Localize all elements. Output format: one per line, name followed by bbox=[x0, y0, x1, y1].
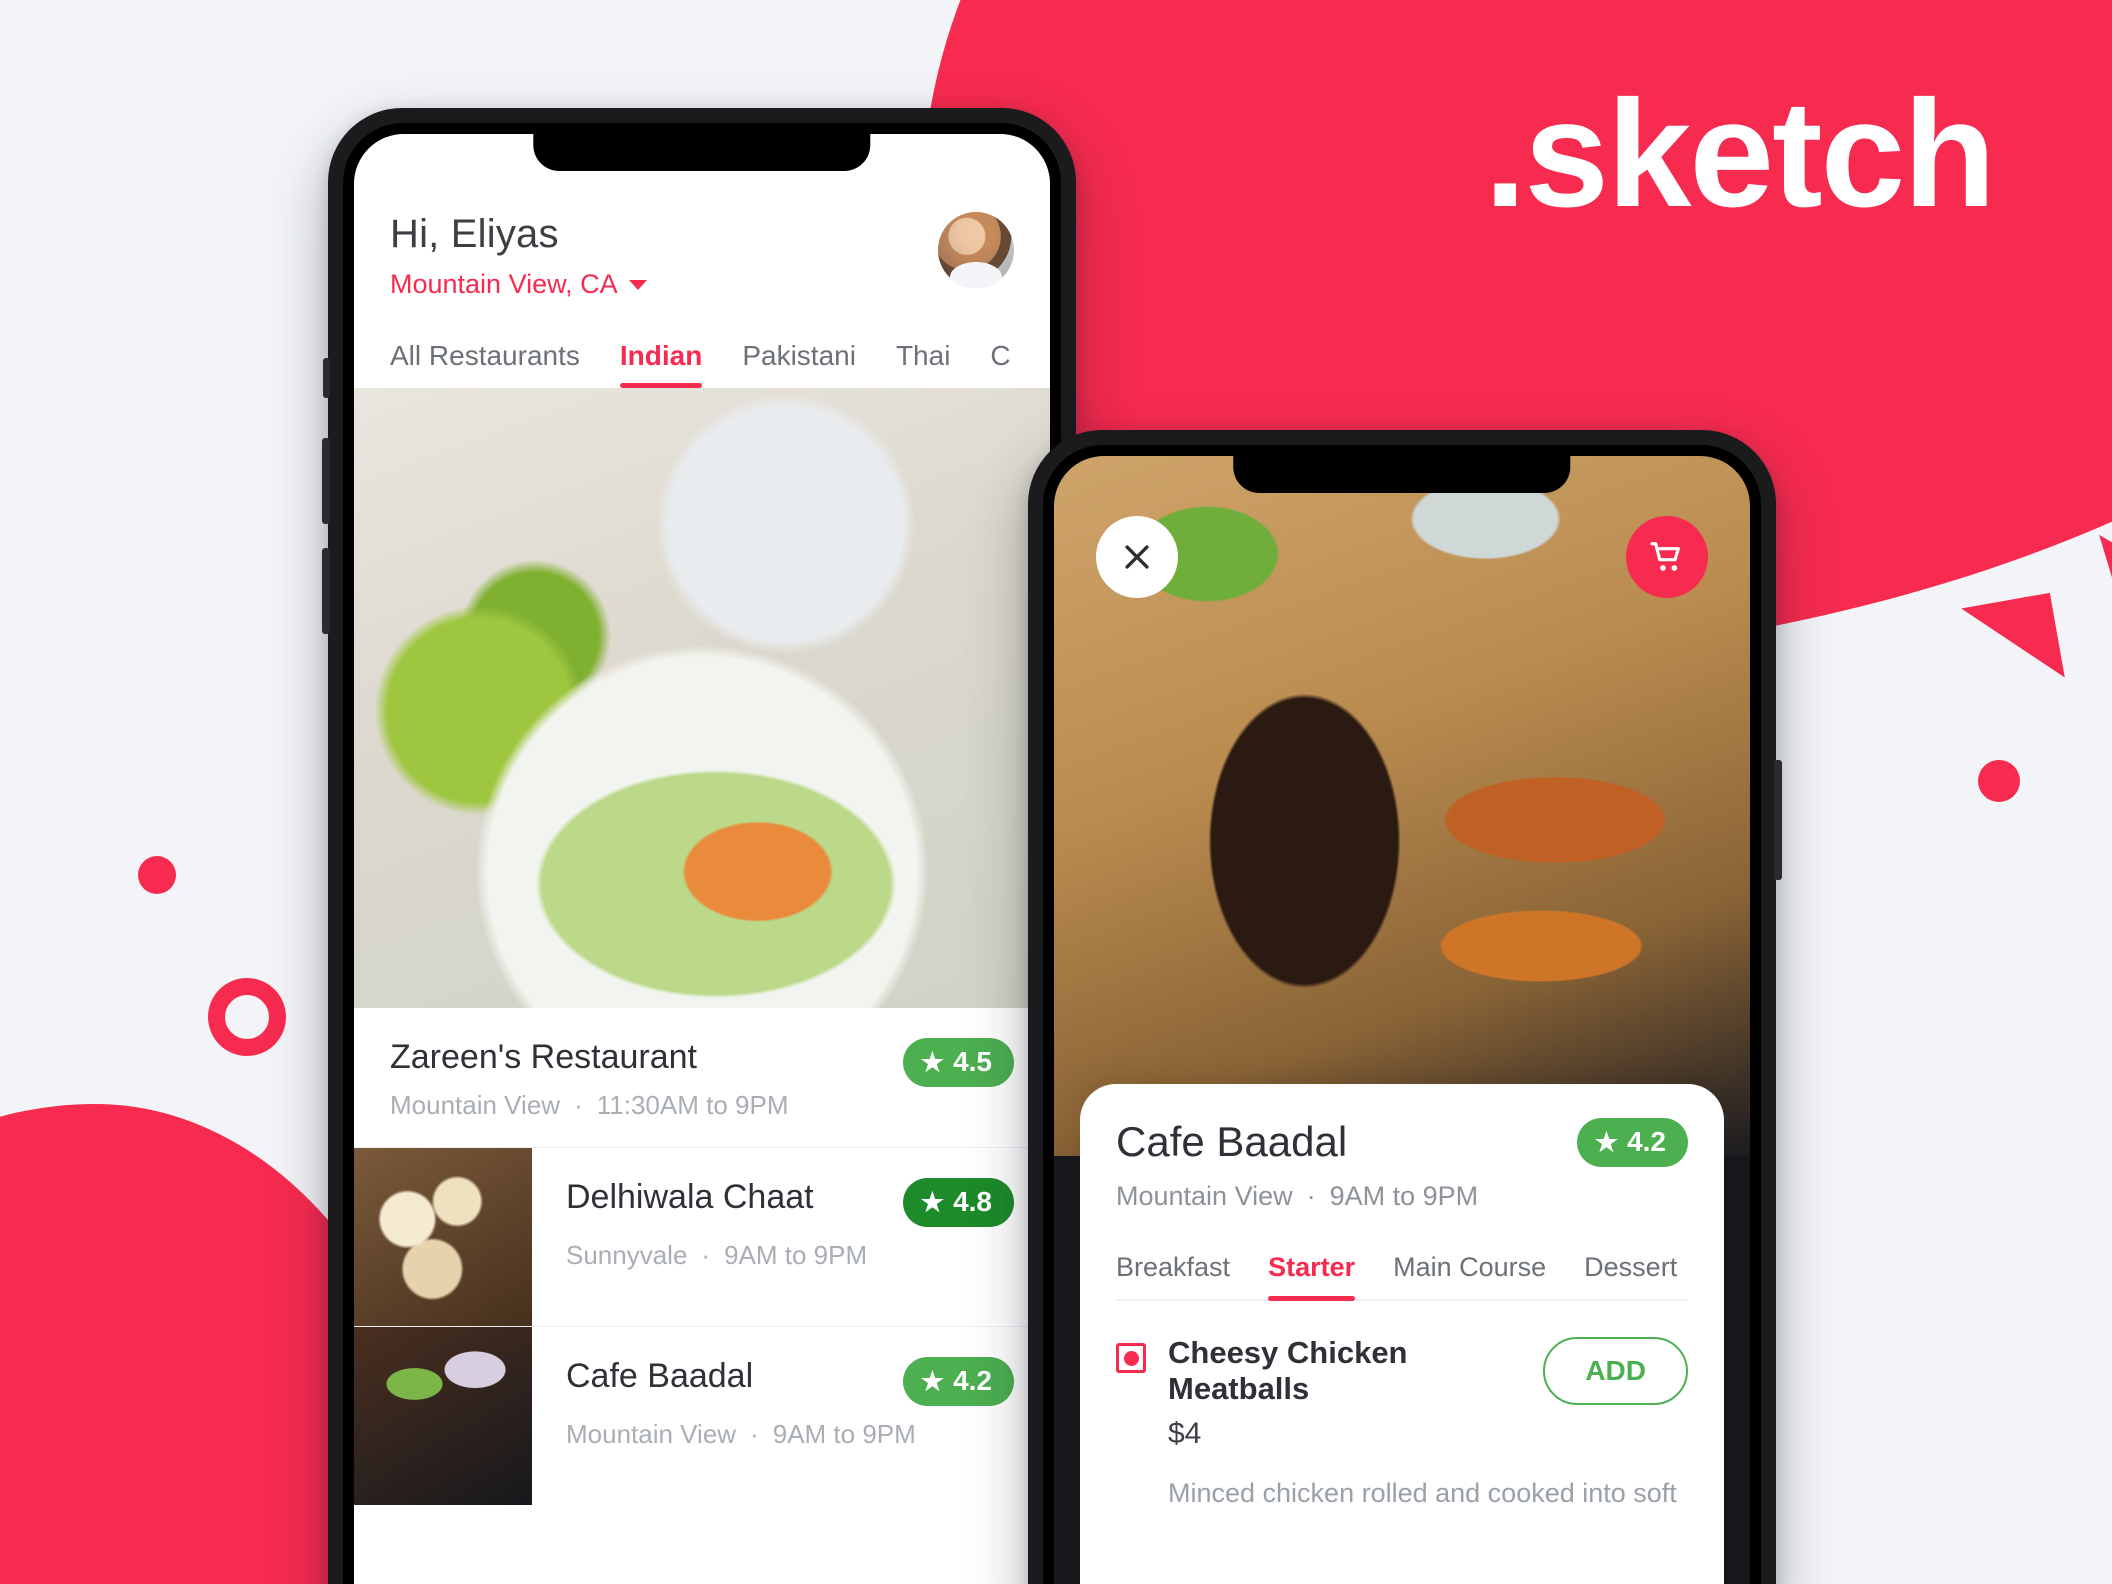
rating-value: 4.8 bbox=[953, 1186, 992, 1217]
phone-detail-notch bbox=[1233, 445, 1571, 493]
phone-home-bezel: Hi, Eliyas Mountain View, CA All Restaur… bbox=[343, 123, 1061, 1584]
restaurant-meta: Mountain View · 9AM to 9PM bbox=[566, 1419, 1014, 1450]
meta-separator: · bbox=[1306, 1181, 1316, 1211]
tab-main-course[interactable]: Main Course bbox=[1393, 1252, 1546, 1299]
decor-triangle-right bbox=[1961, 592, 2065, 694]
star-icon: ★ bbox=[920, 1366, 945, 1396]
phone-detail-device: Cafe Baadal ★ 4.2 Mountain View · 9AM to 9… bbox=[1028, 430, 1782, 1584]
phone-detail-screen: Cafe Baadal ★ 4.2 Mountain View · 9AM to 9… bbox=[1054, 456, 1750, 1584]
featured-restaurant-image[interactable] bbox=[354, 388, 1050, 1008]
tab-indian[interactable]: Indian bbox=[619, 340, 703, 388]
location-selector[interactable]: Mountain View, CA bbox=[390, 269, 647, 300]
restaurant-name: Zareen's Restaurant bbox=[390, 1038, 697, 1076]
add-button[interactable]: ADD bbox=[1543, 1337, 1688, 1405]
screenshot-canvas: .sketch Hi, Eliyas Mountain View, CA All… bbox=[0, 0, 2112, 1584]
status-badge: ★ 4.2 bbox=[902, 1357, 1014, 1406]
restaurant-city: Mountain View bbox=[566, 1419, 737, 1449]
list-item[interactable]: Delhiwala Chaat ★ 4.8 Sunnyvale · 9AM to 9… bbox=[354, 1147, 1050, 1326]
restaurant-city: Sunnyvale bbox=[566, 1240, 688, 1270]
location-label: Mountain View, CA bbox=[390, 269, 618, 299]
meta-separator: · bbox=[574, 1090, 583, 1120]
restaurant-hours: 11:30AM to 9PM bbox=[596, 1090, 789, 1120]
phone-home-screen: Hi, Eliyas Mountain View, CA All Restaur… bbox=[354, 134, 1050, 1584]
phone-volume-down-button bbox=[322, 548, 330, 634]
decor-ring-left bbox=[208, 978, 286, 1056]
restaurant-city: Mountain View bbox=[390, 1090, 561, 1120]
restaurant-name: Delhiwala Chaat bbox=[566, 1178, 814, 1216]
tab-thai[interactable]: Thai bbox=[896, 340, 950, 388]
restaurant-thumbnail bbox=[354, 1148, 532, 1326]
restaurant-name: Cafe Baadal bbox=[566, 1357, 754, 1395]
restaurant-hours: 9AM to 9PM bbox=[1329, 1181, 1479, 1211]
star-icon: ★ bbox=[1594, 1127, 1619, 1157]
tab-all-restaurants[interactable]: All Restaurants bbox=[390, 340, 580, 388]
meta-separator: · bbox=[701, 1240, 711, 1270]
star-icon: ★ bbox=[920, 1187, 945, 1217]
close-button[interactable] bbox=[1096, 516, 1178, 598]
decor-triangle-corner bbox=[2066, 534, 2112, 628]
featured-restaurant-info[interactable]: Zareen's Restaurant Mountain View · 11:30A… bbox=[354, 1008, 1050, 1147]
rating-value: 4.5 bbox=[953, 1046, 992, 1077]
avatar[interactable] bbox=[938, 212, 1014, 288]
meta-separator: · bbox=[750, 1419, 759, 1449]
star-icon: ★ bbox=[920, 1047, 945, 1077]
rating-value: 4.2 bbox=[953, 1365, 992, 1396]
phone-volume-up-button bbox=[322, 438, 330, 524]
restaurant-thumbnail bbox=[354, 1327, 532, 1505]
restaurant-meta: Sunnyvale · 9AM to 9PM bbox=[566, 1240, 1014, 1271]
non-veg-indicator-icon bbox=[1116, 1343, 1146, 1373]
page-title: Cafe Baadal bbox=[1116, 1118, 1348, 1165]
restaurant-hours: 9AM to 9PM bbox=[772, 1419, 916, 1449]
phone-home-notch bbox=[533, 123, 871, 171]
sketch-wordmark: .sketch bbox=[1484, 69, 1996, 239]
status-badge: ★ 4.5 bbox=[902, 1038, 1014, 1087]
list-item[interactable]: Cafe Baadal ★ 4.2 Mountain View · 9AM to 9… bbox=[354, 1326, 1050, 1505]
phone-detail-bezel: Cafe Baadal ★ 4.2 Mountain View · 9AM to 9… bbox=[1043, 445, 1761, 1584]
menu-tab-bar: Breakfast Starter Main Course Dessert bbox=[1116, 1252, 1688, 1301]
tab-starter[interactable]: Starter bbox=[1268, 1252, 1356, 1301]
restaurant-hero-image bbox=[1054, 456, 1750, 1156]
restaurant-hours: 9AM to 9PM bbox=[724, 1240, 868, 1270]
close-icon bbox=[1125, 545, 1149, 569]
cuisine-tab-bar: All Restaurants Indian Pakistani Thai C bbox=[354, 340, 1050, 388]
cart-button[interactable] bbox=[1626, 516, 1708, 598]
menu-item-row[interactable]: Cheesy Chicken Meatballs ADD $4 Minced c… bbox=[1116, 1301, 1688, 1511]
phone-home-device: Hi, Eliyas Mountain View, CA All Restaur… bbox=[322, 108, 1076, 1584]
restaurant-detail-card: Cafe Baadal ★ 4.2 Mountain View · 9AM to 9… bbox=[1080, 1084, 1724, 1584]
tab-dessert[interactable]: Dessert bbox=[1584, 1252, 1677, 1299]
menu-item-description: Minced chicken rolled and cooked into so… bbox=[1168, 1478, 1677, 1508]
tab-pakistani[interactable]: Pakistani bbox=[742, 340, 856, 388]
status-badge: ★ 4.8 bbox=[902, 1178, 1014, 1227]
rating-value: 4.2 bbox=[1627, 1126, 1666, 1157]
restaurant-meta: Mountain View · 11:30AM to 9PM bbox=[390, 1090, 788, 1121]
status-badge: ★ 4.2 bbox=[1576, 1118, 1688, 1167]
decor-dot-right bbox=[1978, 760, 2020, 802]
tab-chinese-partial[interactable]: C bbox=[990, 340, 1010, 388]
restaurant-city: Mountain View bbox=[1116, 1181, 1293, 1211]
decor-dot-small-left bbox=[138, 856, 176, 894]
tab-breakfast[interactable]: Breakfast bbox=[1116, 1252, 1230, 1299]
phone-mute-switch bbox=[323, 358, 330, 398]
menu-item-price: $4 bbox=[1168, 1417, 1202, 1450]
restaurant-meta: Mountain View · 9AM to 9PM bbox=[1116, 1181, 1688, 1212]
chevron-down-icon bbox=[628, 279, 647, 290]
greeting-text: Hi, Eliyas bbox=[390, 212, 559, 256]
shopping-cart-icon bbox=[1650, 542, 1680, 571]
menu-item-name: Cheesy Chicken Meatballs bbox=[1168, 1335, 1408, 1406]
phone-power-button bbox=[1774, 760, 1782, 880]
